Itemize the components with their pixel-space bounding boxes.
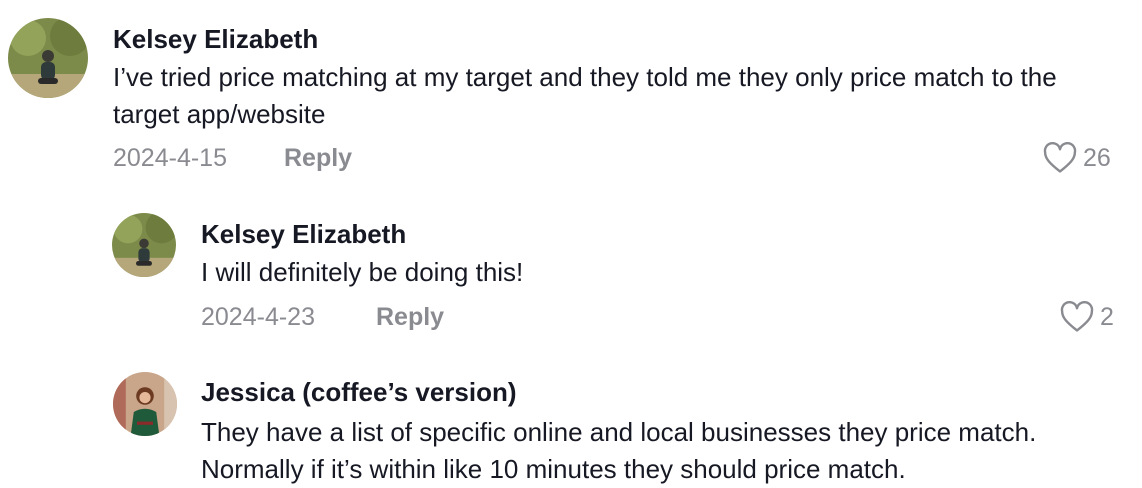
avatar[interactable] [113, 372, 177, 436]
avatar[interactable] [112, 213, 176, 277]
comment-text: They have a list of specific online and … [201, 417, 1037, 484]
like-count: 2 [1100, 303, 1114, 331]
comment-date: 2024-4-23 [201, 303, 315, 331]
avatar-image [112, 213, 176, 277]
heart-outline-icon [1060, 301, 1094, 332]
reply-button[interactable]: Reply [284, 143, 352, 173]
avatar[interactable] [8, 18, 88, 98]
like-button[interactable]: 2 [1060, 301, 1114, 333]
like-count: 26 [1083, 144, 1111, 172]
comment-author[interactable]: Kelsey Elizabeth [113, 24, 318, 54]
avatar-image [113, 372, 177, 436]
comment-text: I’ve tried price matching at my target a… [113, 62, 1057, 129]
reply-button[interactable]: Reply [376, 302, 444, 332]
comment-author[interactable]: Kelsey Elizabeth [201, 219, 406, 249]
like-button[interactable]: 26 [1043, 142, 1111, 174]
heart-outline-icon [1043, 142, 1077, 173]
comment-text: I will definitely be doing this! [201, 257, 524, 287]
avatar-image [8, 18, 88, 98]
comment-author[interactable]: Jessica (coffee’s version) [201, 377, 517, 407]
comment-date: 2024-4-15 [113, 144, 227, 172]
